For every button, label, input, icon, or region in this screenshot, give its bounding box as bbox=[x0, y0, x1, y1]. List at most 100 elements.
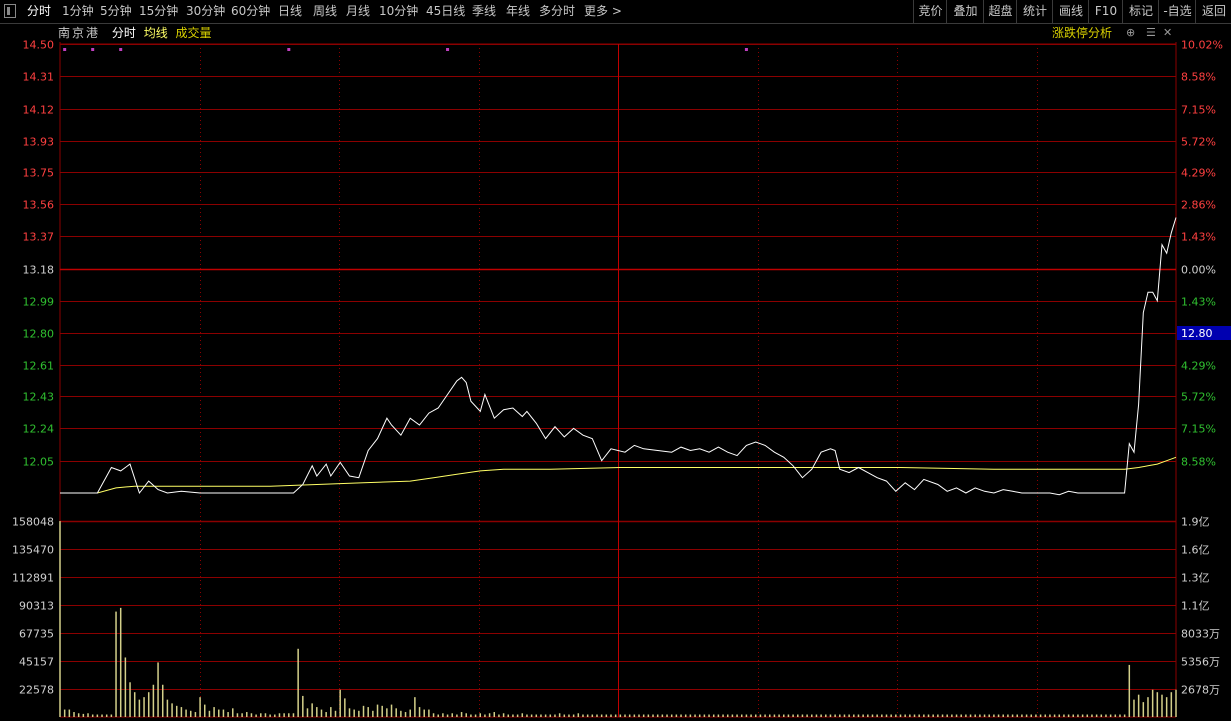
volume-bar-58 bbox=[325, 712, 327, 717]
volume-bar-82 bbox=[437, 714, 439, 717]
pct-tick-label-13: 7.15% bbox=[1181, 423, 1216, 436]
volume-bar-33 bbox=[208, 710, 211, 717]
volume-bar-137 bbox=[694, 714, 696, 717]
volume-bar-161 bbox=[806, 714, 808, 717]
volume-bar-157 bbox=[787, 714, 790, 717]
volume-bar-225 bbox=[1105, 714, 1107, 717]
volume-bar-31 bbox=[199, 697, 201, 717]
volume-bar-179 bbox=[890, 714, 892, 717]
volume-bar-169 bbox=[843, 714, 846, 717]
volume-bar-107 bbox=[554, 714, 556, 717]
volume-bar-47 bbox=[274, 714, 276, 717]
volume-bar-211 bbox=[1039, 714, 1042, 717]
volume-tick-label-2: 135470 bbox=[12, 544, 54, 557]
volume-bar-5 bbox=[77, 713, 80, 717]
volume-bar-68 bbox=[372, 710, 374, 717]
volume-bar-88 bbox=[465, 713, 467, 717]
volume-bar-156 bbox=[783, 714, 785, 717]
volume-bar-121 bbox=[619, 714, 622, 717]
volume-bar-23 bbox=[161, 684, 164, 717]
volume-bar-131 bbox=[666, 714, 668, 717]
volume-bar-130 bbox=[661, 714, 664, 717]
volume-bar-149 bbox=[750, 714, 752, 717]
price-tick-label-3: 14.12 bbox=[23, 104, 55, 117]
volume-bar-83 bbox=[442, 713, 444, 717]
volume-bar-234 bbox=[1147, 697, 1149, 717]
volume-bar-210 bbox=[1035, 714, 1037, 717]
volume-bar-145 bbox=[731, 714, 734, 717]
volume-bar-22 bbox=[157, 662, 159, 717]
volume-bar-86 bbox=[456, 714, 458, 717]
volume-bar-44 bbox=[260, 713, 262, 717]
volume-bar-15 bbox=[124, 657, 127, 717]
volume-bar-214 bbox=[1053, 714, 1056, 717]
volume-amount-label-7: 2678万 bbox=[1181, 684, 1220, 697]
volume-bar-41 bbox=[246, 712, 248, 717]
volume-bar-69 bbox=[376, 704, 379, 717]
volume-bar-150 bbox=[754, 714, 757, 717]
pct-tick-label-7: 1.43% bbox=[1181, 231, 1216, 244]
volume-bar-134 bbox=[680, 714, 682, 717]
volume-bar-71 bbox=[386, 708, 388, 717]
volume-bar-19 bbox=[143, 697, 145, 717]
volume-bar-110 bbox=[568, 714, 570, 717]
volume-bar-26 bbox=[175, 705, 178, 717]
volume-bar-222 bbox=[1091, 714, 1093, 717]
volume-bar-122 bbox=[624, 714, 626, 717]
price-tick-label-11: 12.61 bbox=[23, 360, 55, 373]
volume-bar-162 bbox=[811, 714, 813, 717]
volume-bar-182 bbox=[904, 714, 906, 717]
volume-bar-115 bbox=[591, 714, 594, 717]
volume-bar-173 bbox=[862, 714, 864, 717]
pct-tick-label-12: 5.72% bbox=[1181, 391, 1216, 404]
volume-bar-166 bbox=[829, 714, 832, 717]
price-tick-label-13: 12.24 bbox=[23, 423, 55, 436]
volume-bar-70 bbox=[381, 705, 383, 717]
volume-bar-147 bbox=[740, 714, 743, 717]
volume-bar-38 bbox=[232, 708, 234, 717]
volume-bar-124 bbox=[633, 714, 636, 717]
volume-bar-74 bbox=[400, 710, 402, 717]
volume-bar-231 bbox=[1133, 699, 1135, 717]
volume-bar-172 bbox=[857, 714, 860, 717]
volume-bar-135 bbox=[684, 714, 687, 717]
volume-bar-240 bbox=[1175, 689, 1177, 717]
volume-bar-45 bbox=[264, 713, 267, 717]
volume-bar-193 bbox=[955, 714, 958, 717]
volume-bar-94 bbox=[493, 712, 496, 717]
volume-bar-65 bbox=[358, 710, 360, 717]
volume-bar-73 bbox=[395, 708, 397, 717]
volume-bar-237 bbox=[1161, 694, 1163, 717]
volume-bar-119 bbox=[610, 714, 612, 717]
volume-bar-53 bbox=[302, 695, 304, 717]
volume-bar-226 bbox=[1109, 714, 1112, 717]
volume-bar-9 bbox=[96, 714, 99, 717]
volume-bar-91 bbox=[479, 713, 482, 717]
pct-tick-label-5: 4.29% bbox=[1181, 167, 1216, 180]
volume-bar-56 bbox=[316, 707, 318, 717]
volume-bar-34 bbox=[213, 707, 215, 717]
volume-bar-127 bbox=[647, 714, 650, 717]
volume-bar-229 bbox=[1123, 714, 1126, 717]
volume-bar-194 bbox=[960, 714, 962, 717]
volume-bar-49 bbox=[283, 713, 285, 717]
volume-bar-106 bbox=[549, 714, 552, 717]
volume-bar-37 bbox=[227, 712, 229, 717]
volume-bar-48 bbox=[278, 713, 281, 717]
volume-bar-123 bbox=[628, 714, 631, 717]
volume-bar-209 bbox=[1030, 714, 1032, 717]
volume-bar-238 bbox=[1165, 697, 1168, 717]
volume-bar-54 bbox=[306, 708, 309, 717]
volume-bar-17 bbox=[133, 692, 136, 717]
volume-bar-2 bbox=[63, 709, 66, 717]
volume-bar-61 bbox=[339, 689, 341, 717]
volume-bar-177 bbox=[881, 714, 883, 717]
volume-bar-164 bbox=[820, 714, 822, 717]
volume-bar-40 bbox=[241, 713, 243, 717]
price-tick-label-9: 12.99 bbox=[23, 296, 55, 309]
volume-bar-200 bbox=[988, 714, 990, 717]
volume-bar-59 bbox=[330, 707, 332, 717]
volume-amount-label-4: 1.1亿 bbox=[1181, 600, 1210, 613]
volume-bar-212 bbox=[1044, 714, 1047, 717]
volume-bar-206 bbox=[1016, 714, 1018, 717]
